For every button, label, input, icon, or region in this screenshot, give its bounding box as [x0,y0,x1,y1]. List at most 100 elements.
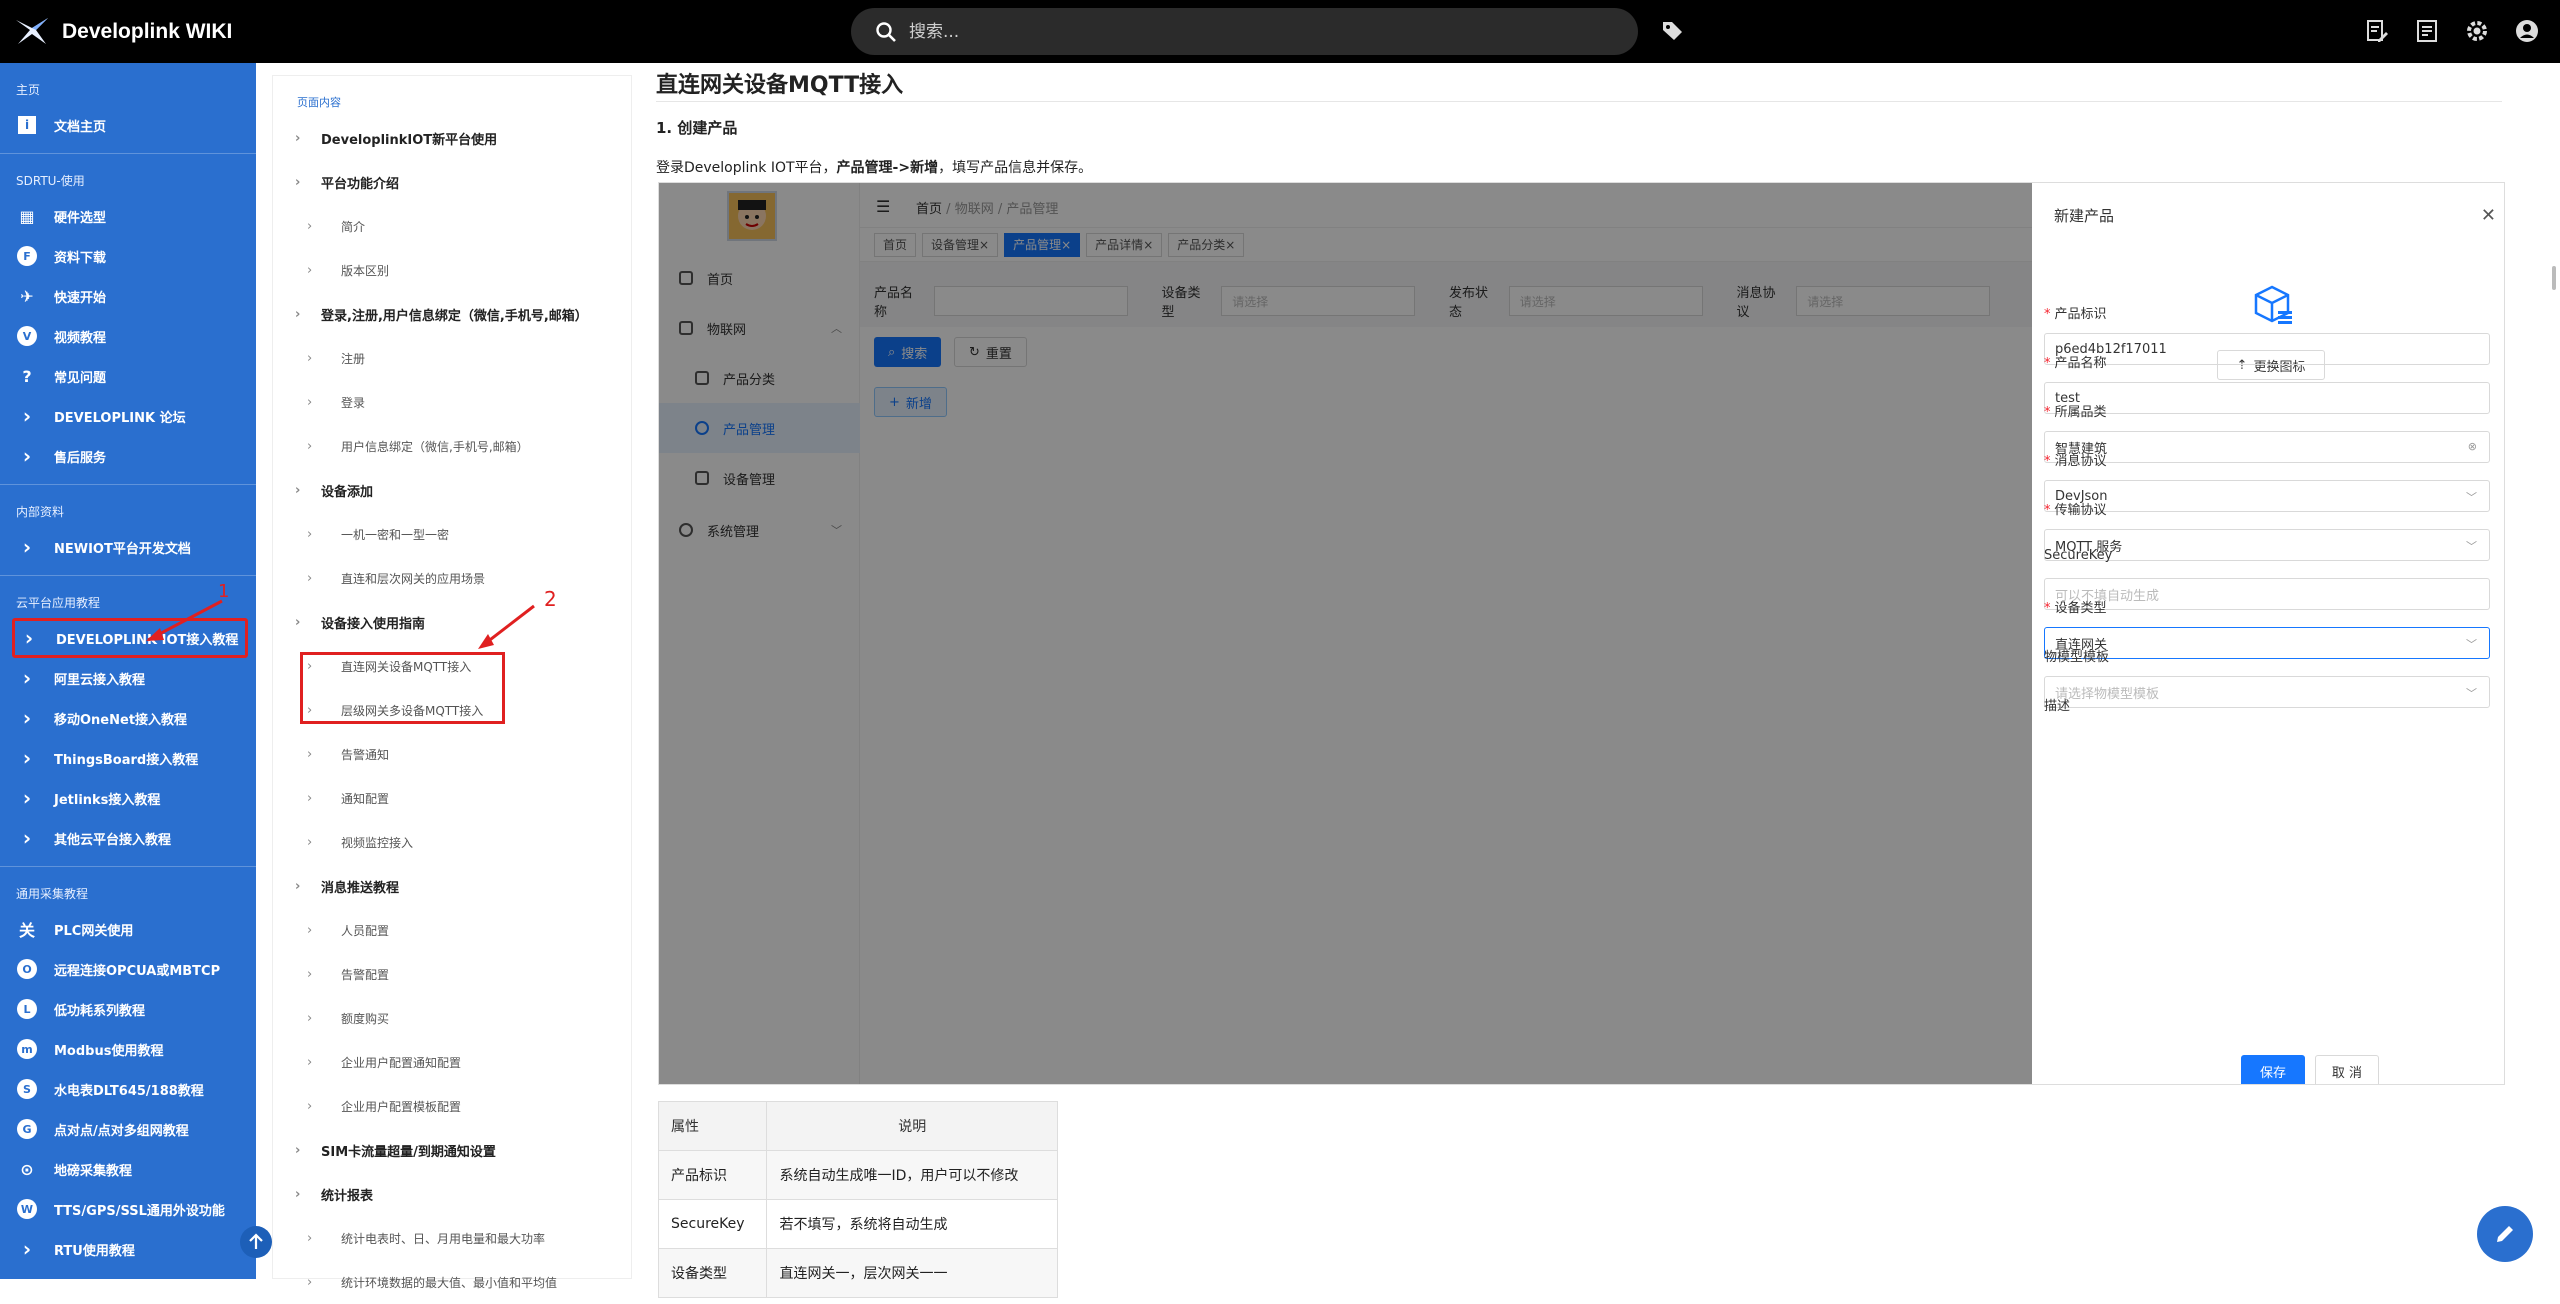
search-box[interactable] [851,8,1638,55]
sidebar-item[interactable]: ▦ 硬件选型 [0,196,256,236]
sidebar-item[interactable]: m Modbus使用教程 [0,1029,256,1069]
toc-item[interactable]: › 平台功能介绍 [273,160,631,204]
para-suffix: ，填写产品信息并保存。 [938,160,1093,176]
info-icon: i [16,114,38,136]
chevron-right-icon: › [307,966,313,982]
chevron-right-icon: › [307,438,313,454]
toc-item-label: 用户信息绑定（微信,手机号,邮箱） [341,439,529,454]
sidebar-item[interactable]: G 点对点/点对多组网教程 [0,1109,256,1149]
table-cell: SecureKey [657,1199,768,1249]
toc-item[interactable]: › 设备添加 [273,468,631,512]
sidebar-item[interactable]: › 阿里云接入教程 [0,658,256,698]
required-mark: * [2044,405,2051,420]
edit-fab-button[interactable] [2477,1206,2533,1262]
v-circle-icon: V [16,325,38,347]
chevron-right-icon: › [307,1274,313,1290]
toc-item[interactable]: › 统计电表时、日、月用电量和最大功率 [273,1216,631,1260]
sidebar-item-label: 点对点/点对多组网教程 [54,1123,189,1139]
toc-item[interactable]: › 人员配置 [273,908,631,952]
toc-item[interactable]: › 告警配置 [273,952,631,996]
cancel-button[interactable]: 取 消 [2315,1055,2379,1084]
sidebar-item[interactable]: V 视频教程 [0,316,256,356]
sidebar-item[interactable]: F 资料下载 [0,236,256,276]
toc-item[interactable]: › 企业用户配置通知配置 [273,1040,631,1084]
title-divider [656,101,2502,102]
sidebar-item[interactable]: › 移动OneNet接入教程 [0,698,256,738]
sidebar-item[interactable]: › RTU使用教程 [0,1229,256,1269]
chevron-right-icon: › [295,306,301,322]
toc-item[interactable]: › DeveloplinkIOT新平台使用 [273,116,631,160]
sidebar-item-label: Jetlinks接入教程 [54,792,161,808]
sidebar-item[interactable]: › ThingsBoard接入教程 [0,738,256,778]
form-field-label: * 产品标识 [2044,303,2490,323]
m-circle-icon: m [16,1038,38,1060]
chevron-right-icon: › [24,626,34,650]
toc-item-label: SIM卡流量超量/到期通知设置 [321,1144,496,1160]
sidebar-item[interactable]: ⊙ 地磅采集教程 [0,1149,256,1189]
toc-item[interactable]: › 简介 [273,204,631,248]
table-cell: 若不填写，系统将自动生成 [766,1199,1058,1249]
sidebar-divider [0,866,256,867]
toc-item[interactable]: › 企业用户配置模板配置 [273,1084,631,1128]
toc-item[interactable]: › 统计报表 [273,1172,631,1216]
toc-item[interactable]: › 额度购买 [273,996,631,1040]
chevron-right-icon: › [307,922,313,938]
left-sidebar: 主页 i 文档主页 SDRTU-使用 ▦ 硬件选型 F 资料下载 ✈ 快速开始 V 视频教程? 常见问题… [0,63,256,1279]
toc-item[interactable]: › 视频监控接入 [273,820,631,864]
toc-item[interactable]: › SIM卡流量超量/到期通知设置 [273,1128,631,1172]
sidebar-item[interactable]: › DEVELOPLINK 论坛 [0,396,256,436]
chevron-right-icon: › [307,570,313,586]
save-button[interactable]: 保存 [2241,1055,2305,1084]
toc-item[interactable]: › 版本区别 [273,248,631,292]
o-circle-icon: O [16,958,38,980]
toc-item[interactable]: › 直连和层次网关的应用场景 [273,556,631,600]
toc-item[interactable]: › 通知配置 [273,776,631,820]
sidebar-item[interactable]: S 水电表DLT645/188教程 [0,1069,256,1109]
toc-item[interactable]: › 告警通知 [273,732,631,776]
toc-item[interactable]: › 设备接入使用指南 [273,600,631,644]
toc-item[interactable]: › 登录 [273,380,631,424]
toc-item[interactable]: › 注册 [273,336,631,380]
arrow-up-icon [249,1233,263,1249]
sidebar-item[interactable]: L 低功耗系列教程 [0,989,256,1029]
sidebar-item[interactable]: i 文档主页 [0,105,256,145]
toc-item-label: 版本区别 [341,263,390,278]
sidebar-item[interactable]: O 远程连接OPCUA或MBTCP [0,949,256,989]
form-field-label-text: 描述 [2044,699,2071,714]
modal-overlay[interactable] [659,183,2032,1084]
sidebar-item[interactable]: › 售后服务 [0,436,256,476]
sidebar-item[interactable]: W TTS/GPS/SSL通用外设功能 [0,1189,256,1229]
toc-item[interactable]: › 消息推送教程 [273,864,631,908]
toc-item-label: 视频监控接入 [341,835,414,850]
toc-item[interactable]: › 登录,注册,用户信息绑定（微信,手机号,邮箱） [273,292,631,336]
sidebar-item[interactable]: › Jetlinks接入教程 [0,778,256,818]
sidebar-item[interactable]: 关 PLC网关使用 [0,909,256,949]
tag-icon[interactable] [1660,18,1686,44]
close-icon[interactable]: ✕ [2481,205,2496,226]
sidebar-item[interactable]: › DEVELOPLINK IOT接入教程 [12,618,248,658]
brand[interactable]: Developlink WIKI [14,12,232,52]
scrollbar-thumb[interactable] [2552,266,2556,290]
form-field-label: * 消息协议 [2044,450,2490,470]
sidebar-item-label: 移动OneNet接入教程 [54,712,188,728]
edit-doc-icon[interactable] [2364,18,2390,44]
scroll-top-button[interactable] [240,1226,272,1258]
sidebar-item-label: PLC网关使用 [54,923,134,939]
sidebar-item-label: 文档主页 [54,119,107,135]
list-check-icon[interactable] [2414,18,2440,44]
cancel-label: 取 消 [2331,1065,2363,1081]
toc-item[interactable]: › 用户信息绑定（微信,手机号,邮箱） [273,424,631,468]
toc-item[interactable]: › 一机一密和一型一密 [273,512,631,556]
sidebar-item[interactable]: ✈ 快速开始 [0,276,256,316]
sidebar-item[interactable]: › 其他云平台接入教程 [0,818,256,858]
sidebar-item[interactable]: › NEWIOT平台开发文档 [0,527,256,567]
gear-icon[interactable] [2464,18,2490,44]
toc-item[interactable]: › 统计环境数据的最大值、最小值和平均值 [273,1260,631,1304]
sidebar-item[interactable]: ? 常见问题 [0,356,256,396]
account-icon[interactable] [2514,18,2540,44]
g-circle-icon: G [16,1118,38,1140]
toc-item-label: 通知配置 [341,791,390,806]
toc-item-label: 登录,注册,用户信息绑定（微信,手机号,邮箱） [321,308,588,324]
sidebar-section-title: 内部资料 [16,505,65,519]
search-input[interactable] [909,21,1509,42]
